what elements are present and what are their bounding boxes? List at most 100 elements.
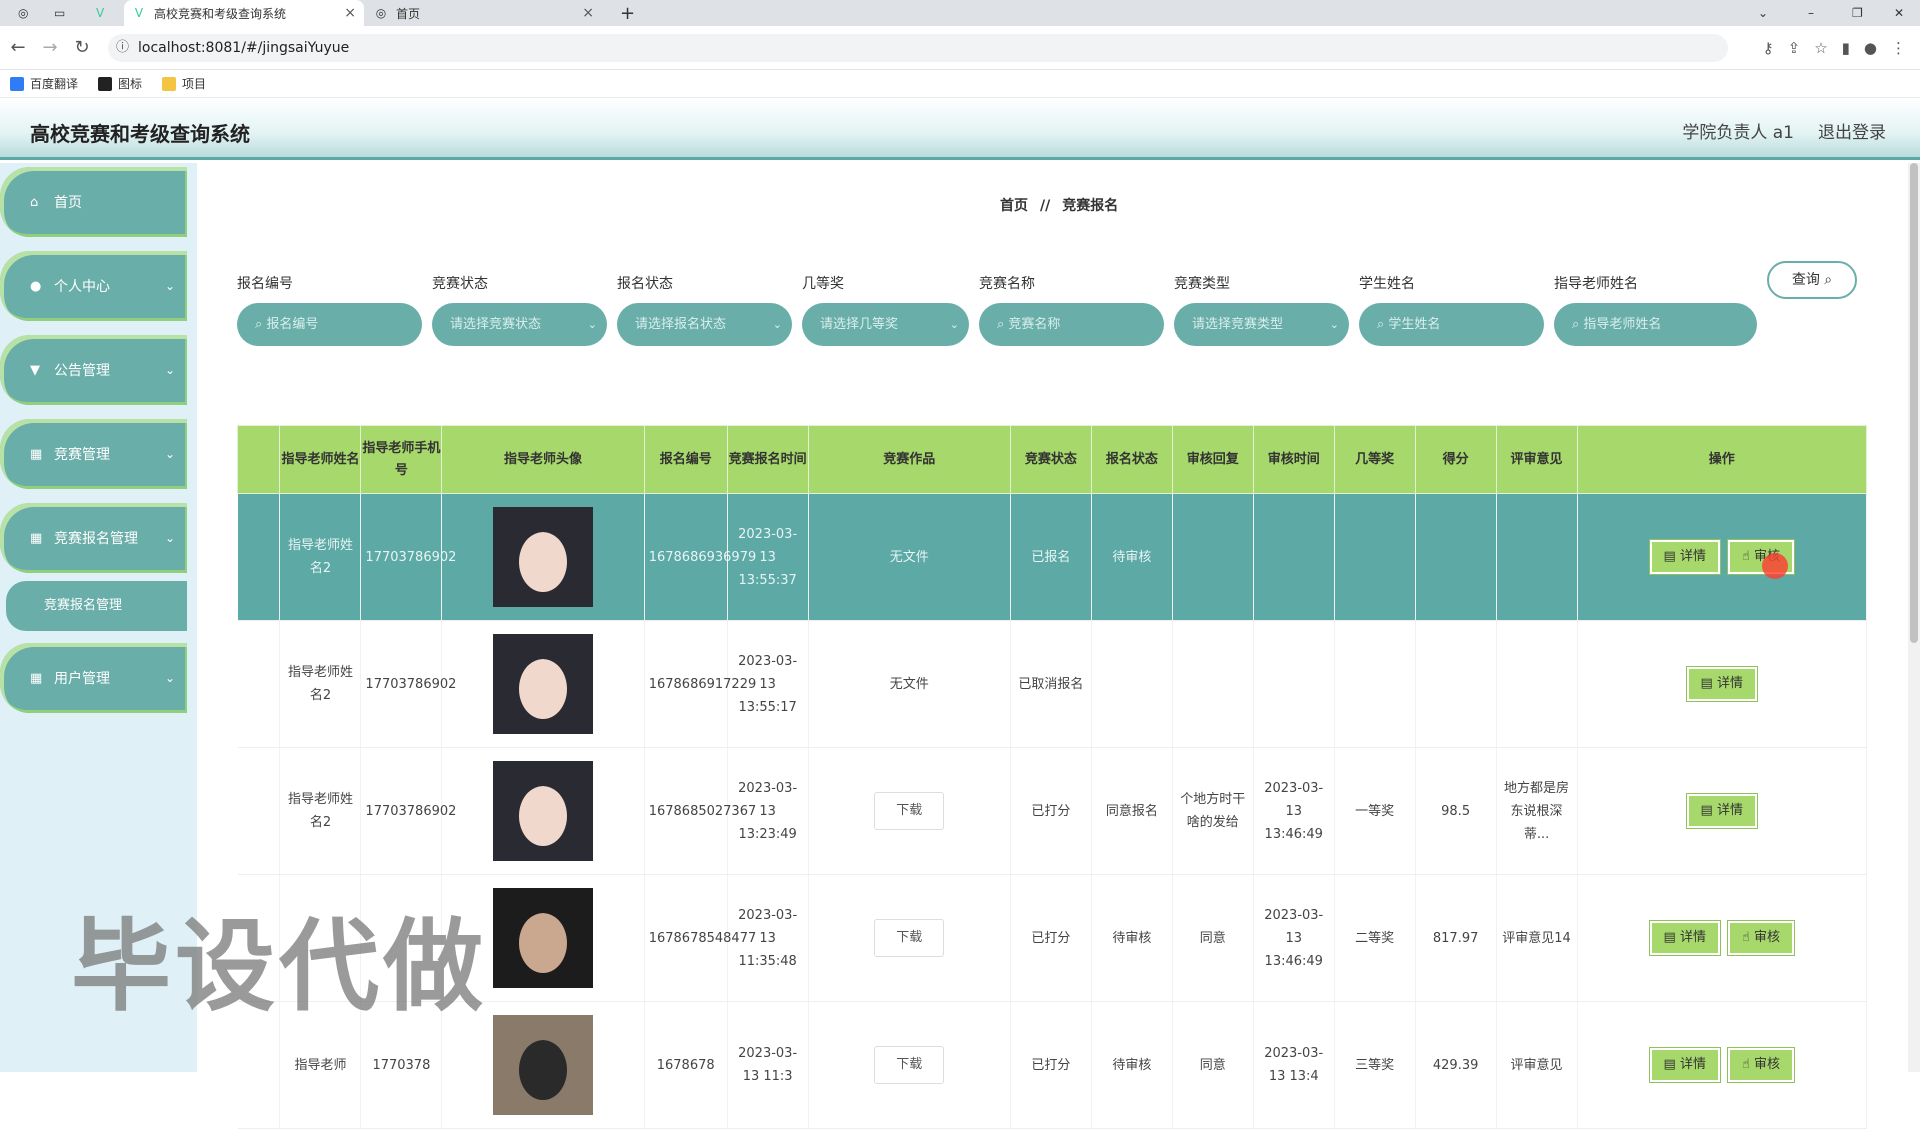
reg-code-search-input[interactable]: ⌕ 报名编号	[237, 303, 422, 346]
close-icon[interactable]: ×	[582, 5, 594, 21]
teacher-phone: 1770378	[372, 1057, 431, 1073]
detail-button[interactable]: ▤ 详情	[1685, 666, 1758, 702]
profile-icon[interactable]: ●	[1864, 34, 1877, 62]
tab-home[interactable]: ◎ 首页 ×	[366, 0, 602, 26]
main-content: 首页 // 竞赛报名 报名编号 竞赛状态 报名状态 几等奖 竞赛名称 竞赛类型 学生…	[71, 163, 1908, 1129]
document-icon: ▤	[1663, 930, 1676, 945]
vue-icon[interactable]: V	[88, 0, 118, 26]
teacher-name: 指导老师姓名2	[287, 792, 353, 830]
filter-label: 报名编号	[237, 276, 293, 292]
url-input[interactable]: ⓘ localhost:8081/#/jingsaiYuyue	[108, 34, 1728, 62]
download-button[interactable]: 下载	[874, 919, 945, 957]
blank-tab-icon[interactable]: ▭	[46, 0, 76, 26]
sidepanel-icon[interactable]: ▮	[1842, 34, 1850, 62]
table-row[interactable]: 指导老师姓名2 17703786902 1678685027367 2023-03-1…	[237, 747, 1868, 875]
table-row[interactable]: 指导老师 1770378 1678678 2023-03-13 11:3 下载 已打分 待审…	[237, 1001, 1868, 1129]
sidebar-item-users[interactable]: ▦ 用户管理 ⌄	[0, 643, 187, 713]
table-row[interactable]: 指导老师姓名2 17703786902 1678686917229 2023-03-1…	[237, 620, 1868, 748]
table-cell: 429.39	[1415, 1001, 1497, 1129]
minimize-icon[interactable]: –	[1800, 0, 1822, 26]
globe-icon[interactable]: ◎	[10, 0, 40, 26]
table-cell	[441, 493, 645, 621]
input-placeholder: 指导老师姓名	[1583, 317, 1662, 332]
table-cell	[441, 1001, 645, 1129]
reg-time: 2023-03-13 11:3	[738, 1046, 798, 1084]
scrollbar[interactable]	[1908, 163, 1920, 1072]
share-icon[interactable]: ⇪	[1788, 34, 1801, 62]
search-icon: ⌕	[1824, 272, 1833, 288]
work-status: 无文件	[889, 676, 929, 692]
audit-button[interactable]: ☝ 审核	[1726, 920, 1796, 956]
sidebar-item-home[interactable]: ⌂ 首页	[0, 167, 187, 237]
scrollbar-thumb[interactable]	[1910, 163, 1918, 643]
query-button[interactable]: 查询 ⌕	[1767, 261, 1857, 299]
input-placeholder: 请选择竞赛状态	[450, 317, 542, 332]
sidebar-item-registration[interactable]: ▦ 竞赛报名管理 ⌄	[0, 503, 187, 573]
teacher-name-search-input[interactable]: ⌕ 指导老师姓名	[1554, 303, 1757, 346]
filter-label: 竞赛类型	[1174, 276, 1230, 292]
comp-status-select[interactable]: 请选择竞赛状态 ⌄	[432, 303, 607, 346]
grid-icon: ▦	[30, 670, 43, 686]
detail-button[interactable]: ▤ 详情	[1685, 793, 1758, 829]
table-cell	[1172, 493, 1254, 621]
breadcrumb-home[interactable]: 首页	[1000, 198, 1028, 214]
logout-link[interactable]: 退出登录	[1818, 118, 1886, 143]
sidebar-item-personal[interactable]: ● 个人中心 ⌄	[0, 251, 187, 321]
star-icon[interactable]: ☆	[1814, 34, 1827, 62]
prize-select[interactable]: 请选择几等奖 ⌄	[802, 303, 969, 346]
window-close-icon[interactable]: ✕	[1886, 0, 1912, 26]
filter-label: 几等奖	[802, 276, 844, 292]
download-button[interactable]: 下载	[874, 792, 945, 830]
table-cell: 指导老师姓名2	[279, 620, 362, 748]
sidebar-item-notice[interactable]: ▼ 公告管理 ⌄	[0, 335, 187, 405]
table-cell	[237, 747, 281, 875]
reg-code: 1678678	[656, 1057, 715, 1073]
col-header: 指导老师头像	[441, 425, 645, 494]
detail-button[interactable]: ▤ 详情	[1648, 920, 1721, 956]
table-cell	[1253, 493, 1335, 621]
reload-icon[interactable]: ↻	[68, 34, 96, 62]
sidebar-item-competition[interactable]: ▦ 竞赛管理 ⌄	[0, 419, 187, 489]
bookmark-baidu[interactable]: 百度翻译	[10, 75, 78, 92]
comp-status: 已打分	[1031, 803, 1071, 819]
table-cell: 1678686917229	[644, 620, 756, 748]
registration-table: 指导老师姓名 指导老师手机号 指导老师头像 报名编号 竞赛报名时间 竞赛作品 竞…	[236, 425, 1868, 1129]
student-name-search-input[interactable]: ⌕ 学生姓名	[1359, 303, 1544, 346]
sidebar-item-label: 竞赛报名管理	[54, 531, 138, 547]
table-row[interactable]: 指导老师姓名2 17703786902 1678686936979 2023-03-1…	[237, 493, 1868, 621]
bookmark-project[interactable]: 项目	[162, 75, 206, 92]
table-cell: 待审核	[1091, 493, 1173, 621]
detail-button[interactable]: ▤ 详情	[1648, 539, 1721, 575]
close-icon[interactable]: ×	[344, 5, 356, 21]
audit-button[interactable]: ☝ 审核	[1726, 1047, 1796, 1083]
table-cell	[1172, 620, 1254, 748]
button-label: 详情	[1679, 930, 1706, 945]
chevron-down-icon: ⌄	[164, 363, 175, 377]
chevron-down-icon[interactable]: ⌄	[1750, 0, 1776, 26]
detail-button[interactable]: ▤ 详情	[1648, 1047, 1721, 1083]
key-icon[interactable]: ⚷	[1763, 34, 1774, 62]
tab-active[interactable]: V 高校竞赛和考级查询系统 ×	[124, 0, 364, 26]
new-tab-icon[interactable]: +	[612, 0, 643, 26]
tab-title: 高校竞赛和考级查询系统	[154, 6, 287, 21]
table-cell: 已打分	[1010, 747, 1092, 875]
menu-icon[interactable]: ⋮	[1891, 34, 1906, 62]
table-row[interactable]: 1678678548477 2023-03-13 11:35:48 下载 已打分 待审核…	[237, 874, 1868, 1002]
reg-status: 待审核	[1112, 930, 1152, 946]
restore-icon[interactable]: ❐	[1844, 0, 1871, 26]
filter-label: 指导老师姓名	[1554, 276, 1638, 292]
input-placeholder: 请选择竞赛类型	[1192, 317, 1284, 332]
document-icon: ▤	[1663, 1057, 1676, 1072]
table-cell: 已打分	[1010, 874, 1092, 1002]
table-cell: 个地方时干啥的发给	[1172, 747, 1254, 875]
table-cell	[1415, 620, 1497, 748]
comp-name-search-input[interactable]: ⌕ 竞赛名称	[979, 303, 1164, 346]
reg-status-select[interactable]: 请选择报名状态 ⌄	[617, 303, 792, 346]
download-button[interactable]: 下载	[874, 1046, 945, 1084]
forward-icon[interactable]: →	[36, 34, 64, 62]
comp-type-select[interactable]: 请选择竞赛类型 ⌄	[1174, 303, 1349, 346]
bookmark-icons[interactable]: 图标	[98, 75, 142, 92]
back-icon[interactable]: ←	[4, 34, 32, 62]
chevron-down-icon: ⌄	[164, 447, 175, 461]
submenu-registration[interactable]: 竞赛报名管理	[6, 581, 187, 631]
